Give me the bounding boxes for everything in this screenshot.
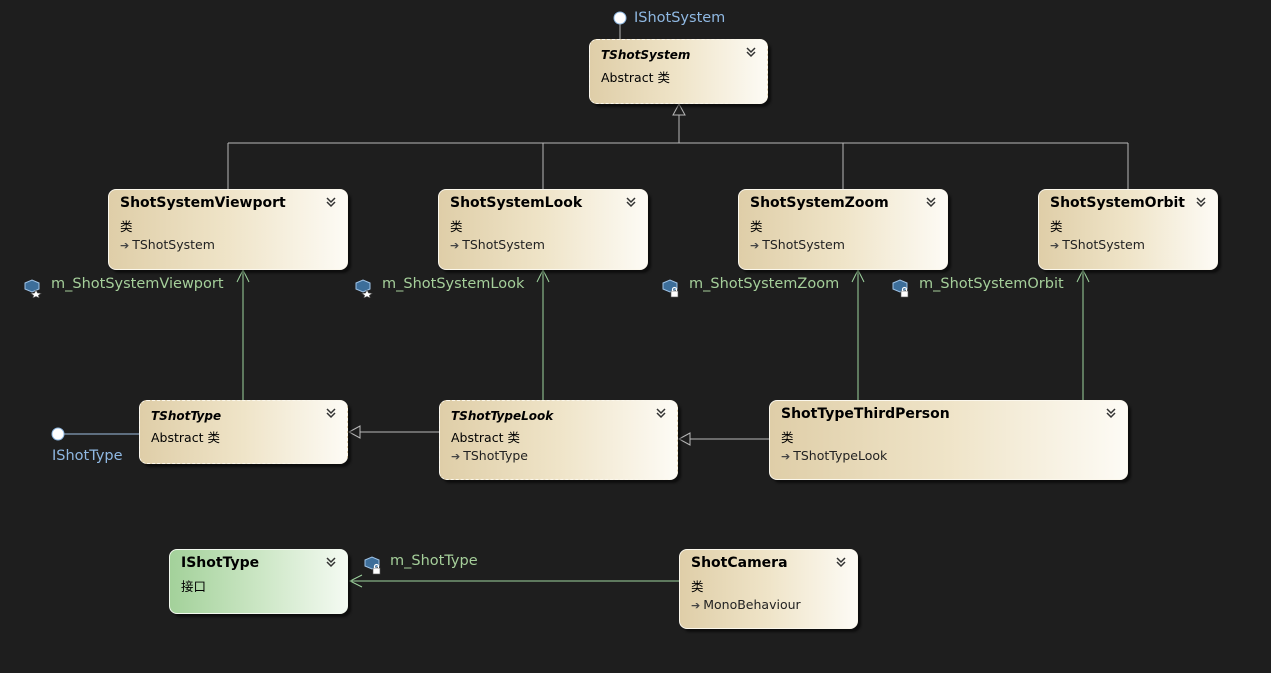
class-kind: 类 [1050,219,1063,234]
inherits-icon: ➔ [750,239,760,252]
class-name: TShotTypeLook [451,409,554,423]
member-m-shotsystemzoom: m_ShotSystemZoom [689,276,840,292]
private-field-lock-icon [662,279,679,298]
base-class: ➔ TShotTypeLook [781,448,887,463]
base-class-name: TShotSystem [762,237,845,252]
class-shotcamera[interactable]: ShotCamera 类 ➔ MonoBehaviour [679,549,858,629]
class-kind: 类 [781,430,794,445]
class-name: ShotSystemOrbit [1050,195,1185,211]
private-field-icon [355,279,373,298]
base-class-name: TShotSystem [132,237,215,252]
class-name: ShotCamera [691,555,788,571]
interface-name: IShotType [181,555,260,571]
base-class: ➔ TShotType [451,448,528,463]
base-class: ➔ TShotSystem [750,237,845,252]
class-kind: 类 [120,219,133,234]
base-class-name: TShotSystem [462,237,545,252]
class-kind: Abstract 类 [151,430,220,445]
class-tshottypelook[interactable]: TShotTypeLook Abstract 类 ➔ TShotType [439,400,678,480]
class-tshotsystem[interactable]: TShotSystem Abstract 类 [589,39,768,104]
base-class: ➔ TShotSystem [120,237,215,252]
inherits-icon: ➔ [451,450,461,463]
base-class-name: MonoBehaviour [703,597,801,612]
base-class: ➔ TShotSystem [1050,237,1145,252]
member-m-shotsystemorbit: m_ShotSystemOrbit [919,276,1064,292]
inherit-arrowhead-tshottype [347,425,361,439]
private-field-icon [24,279,42,298]
class-name: ShotSystemZoom [750,195,889,211]
collapse-chevron-icon[interactable] [834,555,848,569]
base-class: ➔ MonoBehaviour [691,597,801,612]
inherits-icon: ➔ [781,450,791,463]
ishottype-lollipop-label: IShotType [52,448,123,464]
private-field-lock-icon [364,556,381,575]
collapse-chevron-icon[interactable] [924,195,938,209]
class-shotsystemorbit[interactable]: ShotSystemOrbit 类 ➔ TShotSystem [1038,189,1218,270]
private-field-lock-icon [892,279,909,298]
inherit-arrowhead-tshotsystem [672,102,686,116]
collapse-chevron-icon[interactable] [624,195,638,209]
member-m-shottype: m_ShotType [390,553,478,569]
collapse-chevron-icon[interactable] [324,195,338,209]
ishotsystem-label: IShotSystem [634,10,726,26]
ishottype-lollipop-icon [51,427,65,441]
collapse-chevron-icon[interactable] [324,555,338,569]
class-kind: Abstract 类 [451,430,520,445]
inherits-icon: ➔ [120,239,130,252]
class-kind: 类 [750,219,763,234]
member-m-shotsystemlook: m_ShotSystemLook [382,276,525,292]
inherits-icon: ➔ [691,599,701,612]
class-name: ShotSystemLook [450,195,583,211]
class-shotsystemzoom[interactable]: ShotSystemZoom 类 ➔ TShotSystem [738,189,948,270]
base-class: ➔ TShotSystem [450,237,545,252]
class-kind: 类 [450,219,463,234]
inherits-icon: ➔ [450,239,460,252]
class-kind: 类 [691,579,704,594]
base-class-name: TShotTypeLook [793,448,888,463]
class-shotsystemlook[interactable]: ShotSystemLook 类 ➔ TShotSystem [438,189,648,270]
class-diagram: IShotSystem IShotType TShotSystem Abstra… [0,0,1271,673]
interface-kind: 接口 [181,579,207,594]
class-name: TShotType [151,409,222,423]
class-name: ShotSystemViewport [120,195,286,211]
base-class-name: TShotType [463,448,528,463]
collapse-chevron-icon[interactable] [1104,406,1118,420]
ishotsystem-lollipop-icon [613,11,627,25]
class-kind: Abstract 类 [601,70,670,85]
inherit-arrowhead-tshottypelook [677,432,691,446]
collapse-chevron-icon[interactable] [654,406,668,420]
collapse-chevron-icon[interactable] [744,45,758,59]
base-class-name: TShotSystem [1062,237,1145,252]
collapse-chevron-icon[interactable] [1194,195,1208,209]
member-m-shotsystemviewport: m_ShotSystemViewport [51,276,224,292]
class-name: TShotSystem [601,48,691,62]
collapse-chevron-icon[interactable] [324,406,338,420]
class-tshottype[interactable]: TShotType Abstract 类 [139,400,348,464]
class-shotsystemviewport[interactable]: ShotSystemViewport 类 ➔ TShotSystem [108,189,348,270]
inherits-icon: ➔ [1050,239,1060,252]
class-shottypethirdperson[interactable]: ShotTypeThirdPerson 类 ➔ TShotTypeLook [769,400,1128,480]
class-name: ShotTypeThirdPerson [781,406,950,422]
interface-ishottype[interactable]: IShotType 接口 [169,549,348,614]
